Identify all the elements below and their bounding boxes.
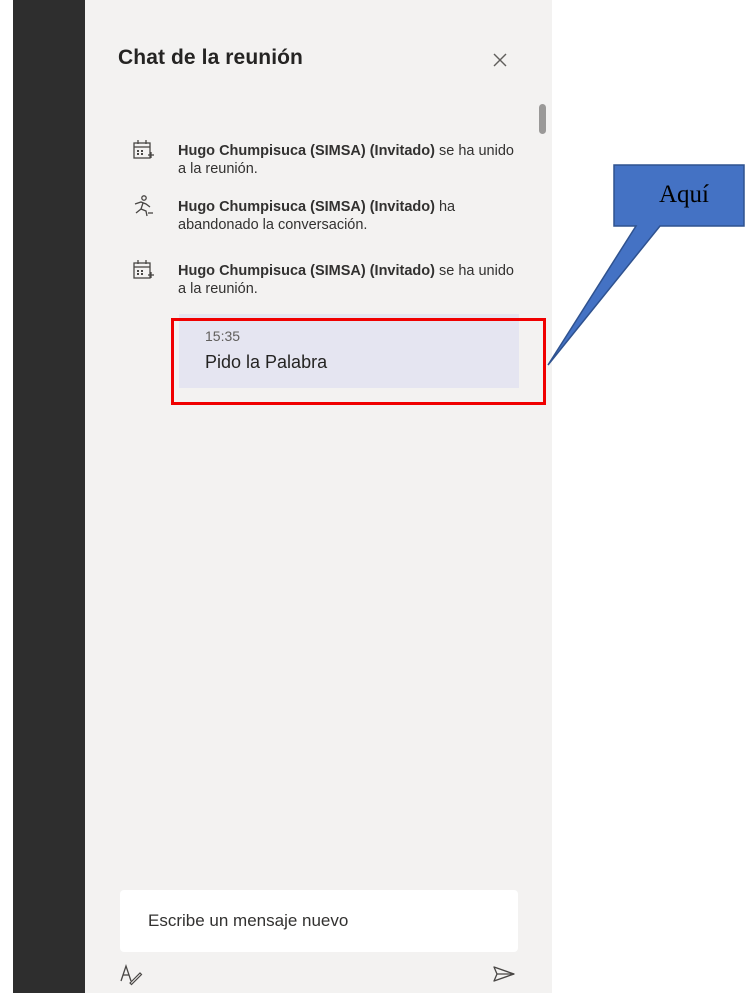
panel-title: Chat de la reunión	[118, 46, 303, 69]
format-button[interactable]	[118, 962, 144, 986]
highlight-box	[171, 318, 546, 405]
format-text-icon	[120, 963, 143, 986]
callout-label: Aquí	[659, 181, 709, 208]
event-participant-name: Hugo Chumpisuca (SIMSA) (Invitado)	[178, 199, 435, 215]
calendar-join-icon	[133, 260, 154, 279]
compose-box	[120, 890, 518, 952]
event-participant-name: Hugo Chumpisuca (SIMSA) (Invitado)	[178, 263, 435, 279]
calendar-join-icon	[133, 140, 154, 159]
close-button[interactable]	[488, 48, 512, 72]
event-participant-name: Hugo Chumpisuca (SIMSA) (Invitado)	[178, 143, 435, 159]
scrollbar-thumb[interactable]	[539, 104, 546, 134]
event-text: Hugo Chumpisuca (SIMSA) (Invitado) se ha…	[178, 262, 518, 298]
event-text: Hugo Chumpisuca (SIMSA) (Invitado) ha ab…	[178, 198, 518, 234]
screenshot-page: Chat de la reunión Hugo Chumpisuca (SIMS…	[0, 0, 752, 993]
send-icon	[493, 966, 515, 982]
event-text: Hugo Chumpisuca (SIMSA) (Invitado) se ha…	[178, 142, 518, 178]
person-leave-icon	[134, 195, 153, 217]
close-icon	[493, 53, 507, 67]
message-input[interactable]	[120, 890, 518, 952]
app-rail	[13, 0, 85, 993]
meeting-chat-panel: Chat de la reunión Hugo Chumpisuca (SIMS…	[85, 0, 552, 993]
send-button[interactable]	[491, 962, 517, 986]
